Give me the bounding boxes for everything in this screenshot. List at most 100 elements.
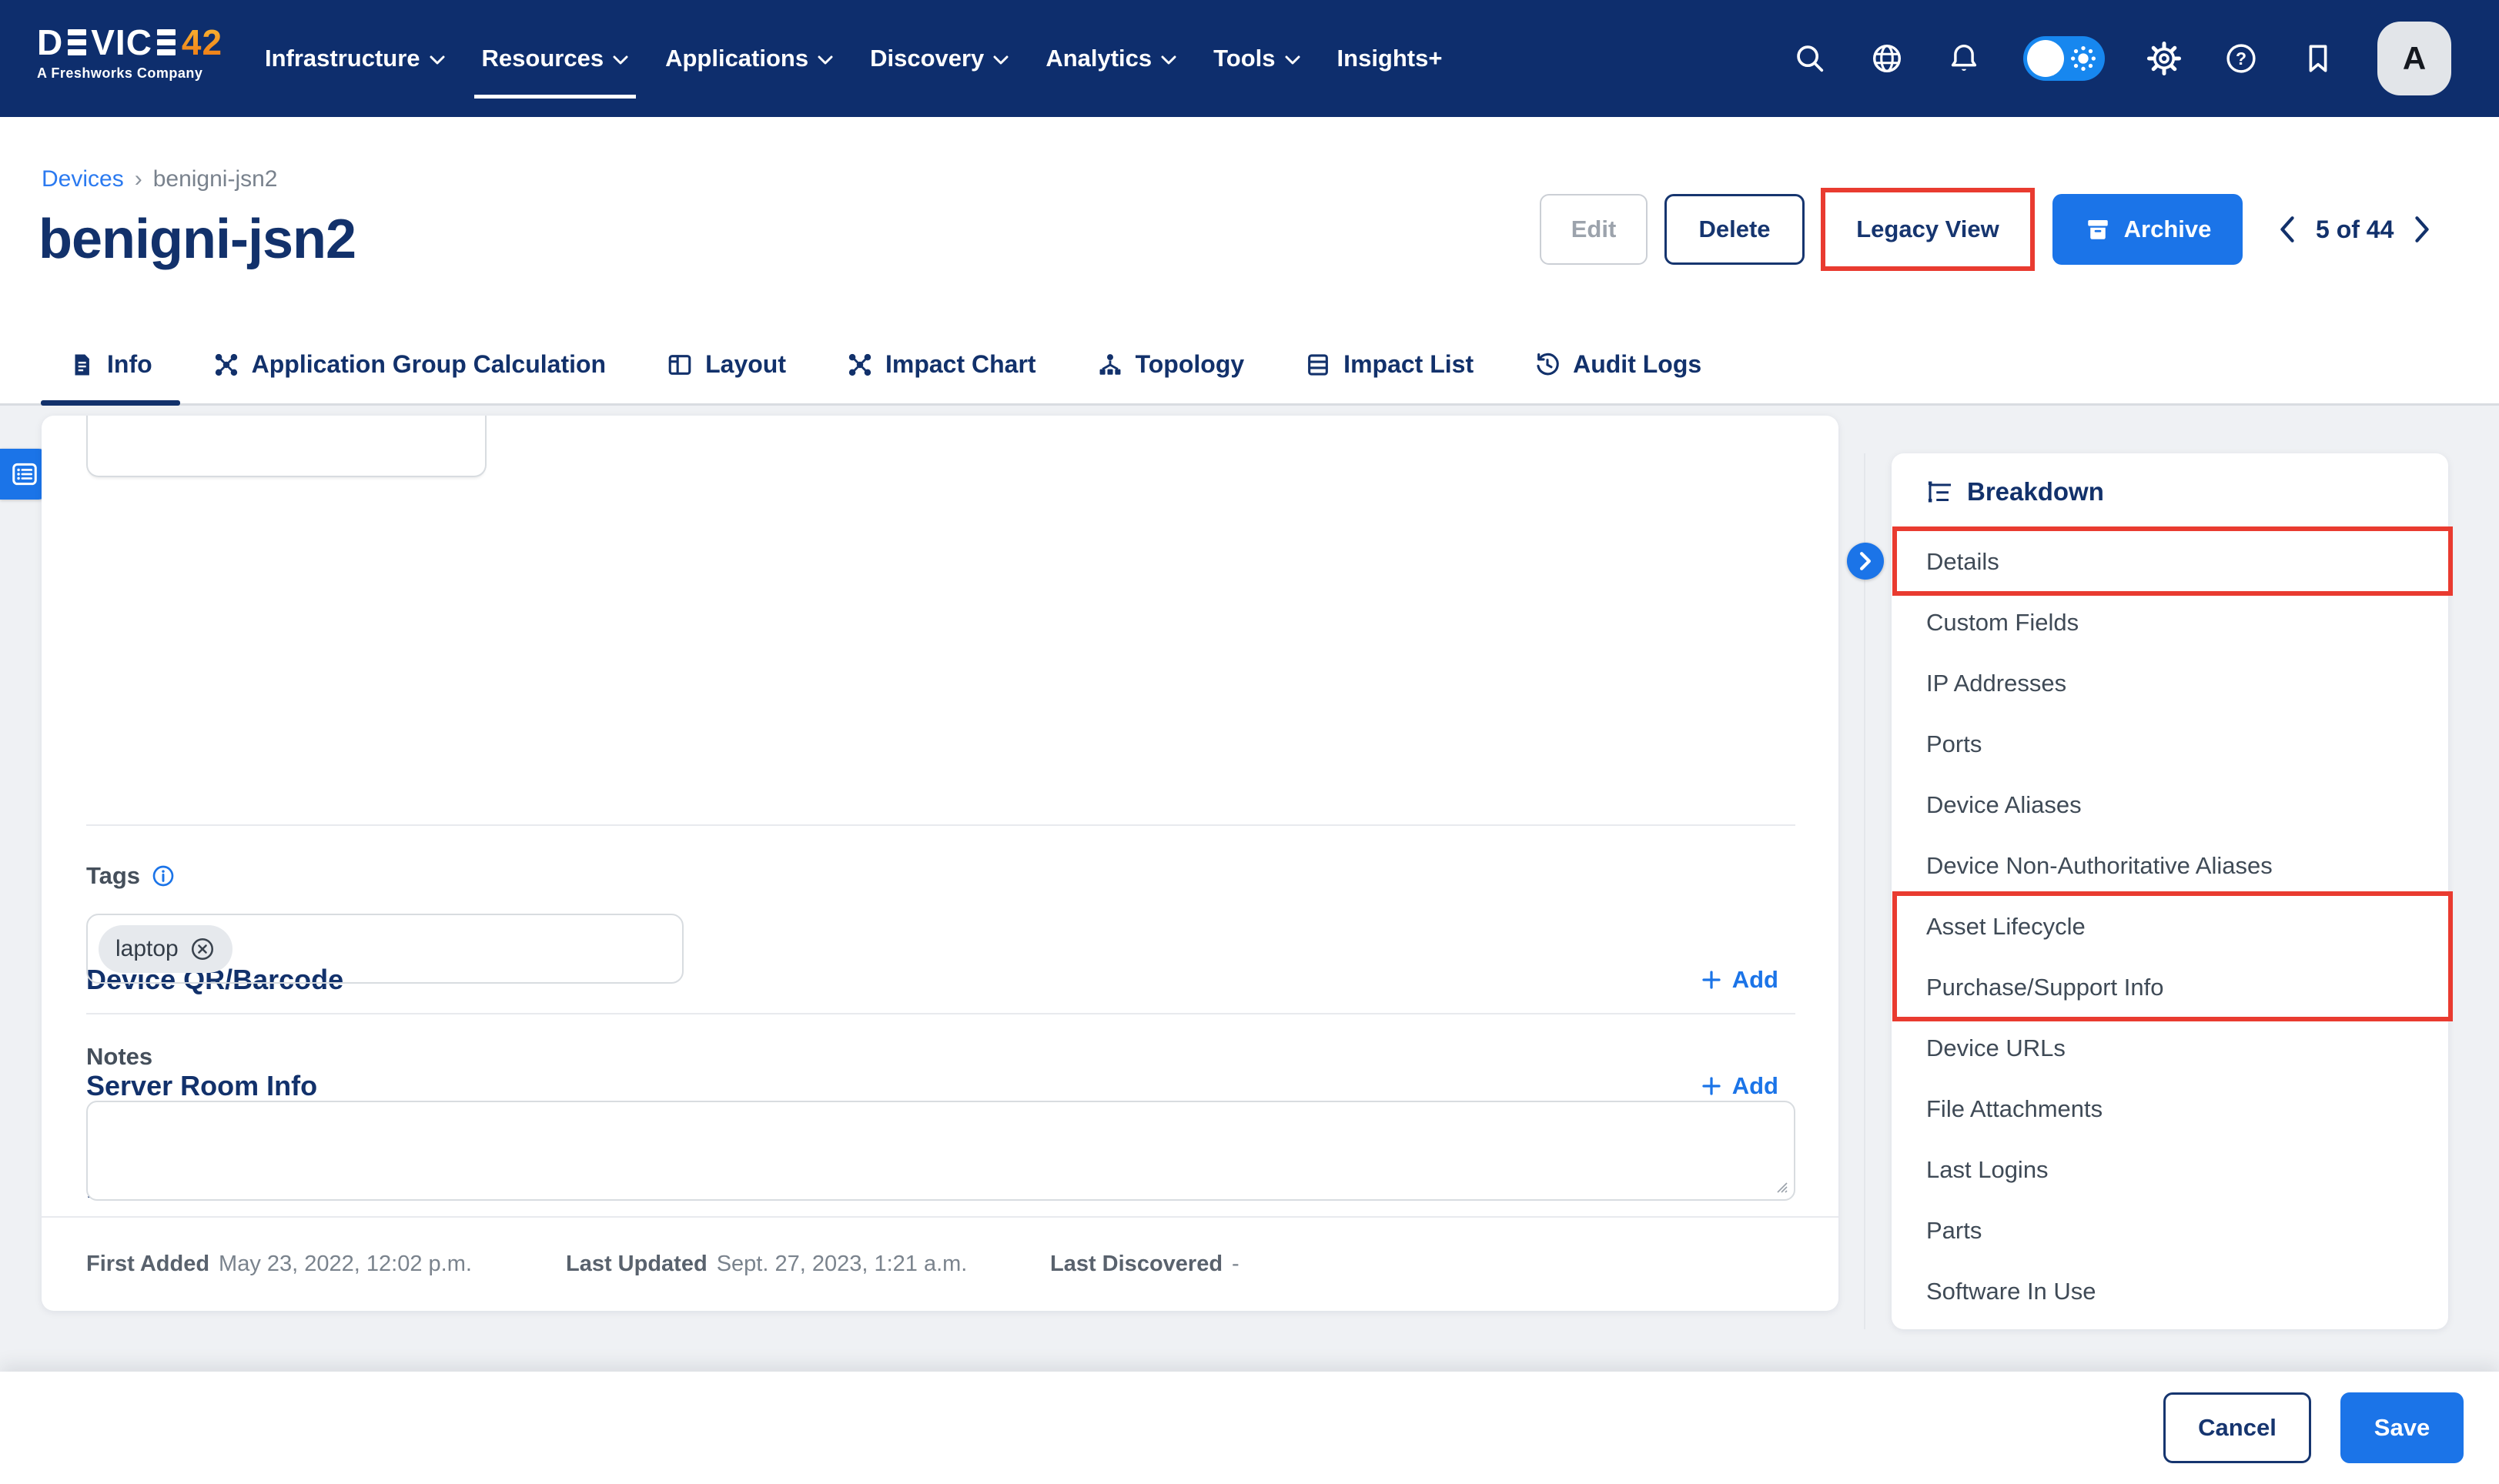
- tab-topology[interactable]: Topology: [1069, 323, 1273, 406]
- breakdown-item-device-urls[interactable]: Device URLs: [1892, 1018, 2448, 1078]
- audit-logs-history-icon: [1534, 352, 1561, 378]
- breadcrumb: Devices › benigni-jsn2: [42, 166, 277, 192]
- annotation-box-legacy-view: Legacy View: [1821, 188, 2035, 271]
- menu-analytics[interactable]: Analytics: [1045, 45, 1176, 72]
- breakdown-item-parts[interactable]: Parts: [1892, 1200, 2448, 1261]
- scrolled-input-fragment[interactable]: [86, 416, 487, 477]
- add-device-qr-button[interactable]: Add: [1700, 966, 1778, 994]
- chevron-down-icon: [1285, 55, 1300, 65]
- menu-discovery[interactable]: Discovery: [870, 45, 1009, 72]
- sun-icon: [2068, 43, 2099, 74]
- device-info-card: Device QR/Barcode Add Server Room Info A…: [42, 416, 1838, 1311]
- archive-button[interactable]: Archive: [2052, 194, 2243, 265]
- logo-tagline: A Freshworks Company: [37, 65, 222, 82]
- list-panel-icon: [10, 460, 39, 489]
- chevron-down-icon: [1161, 55, 1176, 65]
- svg-text:?: ?: [2236, 48, 2246, 69]
- record-pagination: 5 of 44: [2277, 194, 2432, 265]
- user-avatar[interactable]: A: [2377, 22, 2451, 95]
- page-header: Devices › benigni-jsn2 benigni-jsn2 Edit…: [0, 117, 2499, 406]
- meta-last-updated: Last Updated Sept. 27, 2023, 1:21 a.m.: [566, 1245, 967, 1282]
- breakdown-tree-icon: [1925, 478, 1953, 506]
- chevron-down-icon: [818, 55, 833, 65]
- chevron-down-icon: [993, 55, 1009, 65]
- globe-icon[interactable]: [1869, 41, 1905, 76]
- collapse-breakdown-button[interactable]: [1847, 543, 1884, 580]
- breakdown-item-software-in-use[interactable]: Software In Use: [1892, 1261, 2448, 1322]
- logo-wordmark: D VIC 42: [37, 25, 222, 60]
- notes-label: Notes: [86, 1043, 152, 1071]
- top-navbar: D VIC 42 A Freshworks Company Infrastruc…: [0, 0, 2499, 117]
- notifications-bell-icon[interactable]: [1946, 41, 1982, 76]
- tab-application-group-calculation[interactable]: Application Group Calculation: [186, 323, 634, 406]
- breakdown-header: Breakdown: [1925, 470, 2104, 513]
- panel-divider-line: [1864, 453, 1865, 1329]
- breakdown-item-device-non-authoritative-aliases[interactable]: Device Non-Authoritative Aliases: [1892, 835, 2448, 896]
- tags-input[interactable]: laptop: [86, 914, 684, 984]
- meta-first-added: First Added May 23, 2022, 12:02 p.m.: [86, 1245, 472, 1282]
- tab-layout[interactable]: Layout: [639, 323, 814, 406]
- bookmark-icon[interactable]: [2300, 41, 2336, 76]
- breadcrumb-devices-link[interactable]: Devices: [42, 166, 124, 192]
- breakdown-item-device-aliases[interactable]: Device Aliases: [1892, 774, 2448, 835]
- logo-e-icon: [157, 29, 176, 55]
- device42-logo[interactable]: D VIC 42 A Freshworks Company: [37, 25, 222, 82]
- edit-button[interactable]: Edit: [1540, 194, 1648, 265]
- section-title: Server Room Info: [86, 1070, 317, 1102]
- logo-e-icon: [68, 29, 86, 55]
- tag-chip: laptop: [99, 925, 233, 973]
- menu-applications[interactable]: Applications: [665, 45, 833, 72]
- legacy-view-button[interactable]: Legacy View: [1856, 216, 1999, 243]
- logo-number: 42: [182, 25, 222, 60]
- tags-label-row: Tags: [86, 862, 176, 890]
- breakdown-item-ip-addresses[interactable]: IP Addresses: [1892, 653, 2448, 714]
- info-tooltip-icon[interactable]: [151, 864, 176, 888]
- next-record-icon[interactable]: [2412, 216, 2432, 243]
- tab-impact-chart[interactable]: Impact Chart: [819, 323, 1064, 406]
- chevron-down-icon: [430, 55, 445, 65]
- impact-chart-icon: [847, 352, 873, 378]
- meta-last-discovered: Last Discovered -: [1050, 1245, 1239, 1282]
- chevron-right-icon: [1857, 551, 1874, 571]
- breakdown-item-custom-fields[interactable]: Custom Fields: [1892, 592, 2448, 653]
- application-group-icon: [213, 352, 239, 378]
- delete-button[interactable]: Delete: [1664, 194, 1805, 265]
- tab-bar: Info Application Group Calculation Layou…: [41, 323, 1729, 406]
- notes-textarea[interactable]: [86, 1101, 1795, 1201]
- previous-record-icon[interactable]: [2277, 216, 2297, 243]
- menu-tools[interactable]: Tools: [1213, 45, 1300, 72]
- menu-infrastructure[interactable]: Infrastructure: [265, 45, 445, 72]
- divider: [86, 1013, 1795, 1014]
- navbar-icon-group: ? A: [1792, 0, 2451, 117]
- archive-box-icon: [2084, 216, 2112, 243]
- plus-icon: [1700, 968, 1723, 991]
- settings-gear-icon[interactable]: [2146, 41, 2182, 76]
- tab-audit-logs[interactable]: Audit Logs: [1507, 323, 1729, 406]
- layout-tab-icon: [667, 352, 693, 378]
- save-button[interactable]: Save: [2340, 1392, 2464, 1463]
- page-title: benigni-jsn2: [38, 208, 356, 271]
- menu-insights[interactable]: Insights+: [1337, 45, 1443, 72]
- help-icon[interactable]: ?: [2223, 41, 2259, 76]
- menu-resources[interactable]: Resources: [482, 45, 629, 72]
- add-server-room-button[interactable]: Add: [1700, 1072, 1778, 1100]
- chevron-down-icon: [613, 55, 628, 65]
- info-tab-icon: [69, 352, 95, 378]
- toggle-knob: [2027, 40, 2064, 77]
- cancel-button[interactable]: Cancel: [2163, 1392, 2311, 1463]
- breakdown-item-last-logins[interactable]: Last Logins: [1892, 1139, 2448, 1200]
- breadcrumb-current: benigni-jsn2: [153, 166, 278, 192]
- search-icon[interactable]: [1792, 41, 1828, 76]
- resize-handle[interactable]: [1771, 1176, 1789, 1195]
- remove-tag-icon[interactable]: [189, 936, 216, 962]
- tab-info[interactable]: Info: [41, 323, 180, 406]
- breakdown-item-ports[interactable]: Ports: [1892, 714, 2448, 774]
- tab-impact-list[interactable]: Impact List: [1277, 323, 1501, 406]
- theme-toggle[interactable]: [2023, 36, 2105, 81]
- breakdown-item-file-attachments[interactable]: File Attachments: [1892, 1078, 2448, 1139]
- device42-device-detail-screen: D VIC 42 A Freshworks Company Infrastruc…: [0, 0, 2499, 1484]
- action-footer: Cancel Save: [0, 1372, 2499, 1484]
- divider: [86, 824, 1795, 826]
- logo-letter: D: [37, 25, 63, 60]
- pagination-position: 5 of 44: [2316, 216, 2394, 244]
